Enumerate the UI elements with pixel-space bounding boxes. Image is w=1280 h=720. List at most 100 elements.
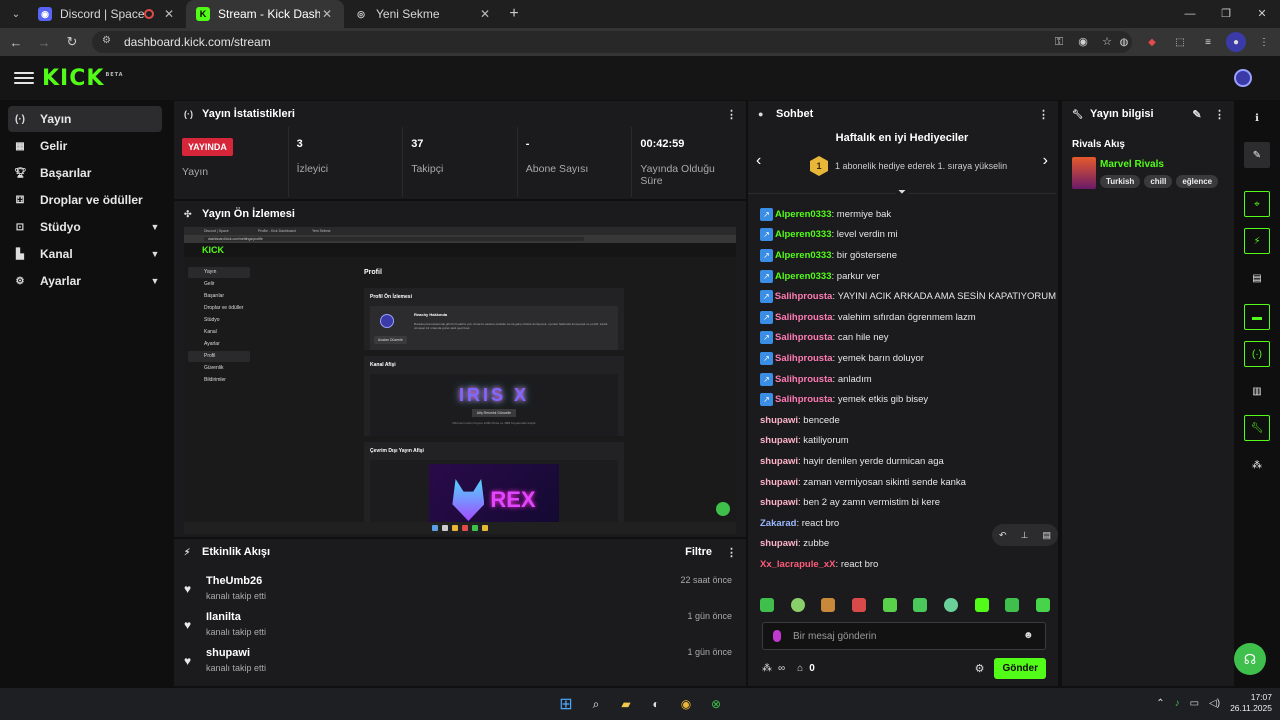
category-link[interactable]: Marvel Rivals <box>1100 159 1218 170</box>
address-bar[interactable]: ⚙ dashboard.kick.com/stream <box>92 31 1132 53</box>
chat-username[interactable]: Alperen0333 <box>775 229 832 240</box>
activity-item[interactable]: ♥ shupawi kanalı takip etti 1 gün önce <box>174 645 746 681</box>
more-options-icon[interactable]: ⋮ <box>726 546 737 559</box>
activity-user[interactable]: shupawi <box>206 647 250 659</box>
emote-icon[interactable] <box>882 598 897 612</box>
chat-username[interactable]: Zakarad <box>760 518 796 529</box>
chat-username[interactable]: Salihprousta <box>775 394 833 405</box>
activity-user[interactable]: Ilanilta <box>206 611 241 623</box>
back-icon[interactable]: ← <box>4 35 28 50</box>
emote-icon[interactable] <box>1005 598 1020 612</box>
activity-item[interactable]: ♥ Ilanilta kanalı takip etti 1 gün önce <box>174 609 746 645</box>
layout-icon[interactable]: ▥ <box>1244 378 1270 404</box>
more-options-icon[interactable]: ⋮ <box>1038 108 1049 121</box>
app-icon[interactable]: ◐ <box>646 694 666 714</box>
password-key-icon[interactable]: ⚿ <box>1052 35 1066 49</box>
chat-settings-icon[interactable]: ⚙ <box>975 662 985 675</box>
chat-username[interactable]: shupawi <box>760 435 798 446</box>
microphone-icon[interactable]: ♪ <box>1175 698 1180 709</box>
chat-username[interactable]: Salihprousta <box>775 312 833 323</box>
collapse-icon[interactable]: ⏷ <box>896 187 908 198</box>
emote-icon[interactable] <box>821 598 836 612</box>
help-headset-icon[interactable]: ☊ <box>1234 643 1266 675</box>
chat-username[interactable]: shupawi <box>760 477 798 488</box>
chat-username[interactable]: shupawi <box>760 497 798 508</box>
chat-username[interactable]: Alperen0333 <box>775 250 832 261</box>
chat-username[interactable]: shupawi <box>760 456 798 467</box>
close-window-icon[interactable]: ✕ <box>1244 0 1280 28</box>
broadcast-icon[interactable]: (·) <box>1244 341 1270 367</box>
chat-message[interactable]: ↗ Alperen0333: bir göstersene <box>748 245 1056 266</box>
pin-icon[interactable]: ⊥ <box>1021 530 1029 541</box>
emote-icon[interactable] <box>790 598 805 612</box>
volume-icon[interactable]: ◁) <box>1209 698 1220 709</box>
channel-points-button[interactable]: ⁂ ∞ <box>762 663 785 674</box>
lightning-icon[interactable]: ⚡︎ <box>1244 228 1270 254</box>
chat-message[interactable]: shupawi: ben 2 ay zamn vermistim bi kere <box>748 492 1056 513</box>
chevron-up-icon[interactable]: ⌃ <box>1156 698 1164 709</box>
maximize-icon[interactable]: ❐ <box>1208 0 1244 28</box>
undo-icon[interactable]: ↶ <box>999 530 1007 541</box>
chat-message[interactable]: Xx_lacrapule_xX: react bro <box>748 554 1056 575</box>
chat-username[interactable]: Salihprousta <box>775 374 833 385</box>
chat-username[interactable]: Xx_lacrapule_xX <box>760 559 836 570</box>
store-button[interactable]: ⌂ 0 <box>797 663 815 674</box>
chat-message[interactable]: ↗ Salihprousta: yemek barın doluyor <box>748 348 1056 369</box>
reading-list-icon[interactable]: ≡ <box>1198 32 1218 52</box>
extension-red-icon[interactable]: ◆ <box>1142 32 1162 52</box>
sidebar-item-basarilar[interactable]: 🏆︎ Başarılar <box>8 160 162 186</box>
site-info-icon[interactable]: ⚙ <box>102 35 116 49</box>
forward-icon[interactable]: → <box>32 35 56 50</box>
chat-message[interactable]: ↗ Salihprousta: YAYINI ACIK ARKADA AMA SE… <box>748 286 1056 307</box>
emote-icon[interactable] <box>760 598 774 612</box>
sidebar-item-kanal[interactable]: ▙ Kanal ▼ <box>8 241 162 267</box>
user-avatar[interactable] <box>1234 69 1252 87</box>
more-options-icon[interactable]: ⋮ <box>1214 108 1225 121</box>
puzzle-icon[interactable]: ⬚ <box>1170 32 1190 52</box>
more-options-icon[interactable]: ⋮ <box>726 108 737 121</box>
chat-message[interactable]: shupawi: zaman vermiyosan sikinti sende … <box>748 472 1056 493</box>
search-icon[interactable]: ⌕ <box>586 694 606 714</box>
sidebar-item-yayin[interactable]: (·) Yayın <box>8 106 162 132</box>
sidebar-item-droplar[interactable]: ⚃ Droplar ve ödüller <box>8 187 162 213</box>
chat-message[interactable]: shupawi: bencede <box>748 410 1056 431</box>
reload-icon[interactable]: ↻ <box>60 34 84 50</box>
chat-message[interactable]: ↗ Salihprousta: yemek etkis gib bisey <box>748 389 1056 410</box>
info-icon[interactable]: ℹ <box>1244 105 1270 131</box>
emoji-picker-icon[interactable]: ☻ <box>1023 630 1035 642</box>
browser-menu-icon[interactable]: ⋮ <box>1254 32 1274 52</box>
sidebar-item-gelir[interactable]: ▦ Gelir <box>8 133 162 159</box>
browser-tab-kick[interactable]: K Stream - Kick Dashboard ✕ <box>186 0 344 28</box>
chat-username[interactable]: Alperen0333 <box>775 209 832 220</box>
chat-message-input[interactable] <box>793 630 1023 642</box>
chrome-icon[interactable]: ◉ <box>676 694 696 714</box>
chat-message[interactable]: ↗ Alperen0333: mermiye bak <box>748 204 1056 225</box>
tab-search-button[interactable]: ⌄ <box>4 4 28 24</box>
activity-item[interactable]: ♥ TheUmb26 kanalı takip etti 22 saat önc… <box>174 573 746 609</box>
chat-username[interactable]: Alperen0333 <box>775 271 832 282</box>
close-tab-icon[interactable]: ✕ <box>478 7 492 21</box>
chat-message[interactable]: ↗ Alperen0333: level verdin mi <box>748 225 1056 246</box>
activity-user[interactable]: TheUmb26 <box>206 575 262 587</box>
emote-icon[interactable] <box>943 598 958 612</box>
clock[interactable]: 17:07 26.11.2025 <box>1230 692 1272 714</box>
browser-tab-newtab[interactable]: ◎ Yeni Sekme ✕ <box>344 0 502 28</box>
chat-username[interactable]: Salihprousta <box>775 332 833 343</box>
screen-capture-icon[interactable]: ⌖ <box>1244 191 1270 217</box>
menu-icon[interactable] <box>14 69 34 87</box>
sidebar-item-ayarlar[interactable]: ⚙ Ayarlar ▼ <box>8 268 162 294</box>
emote-icon[interactable] <box>974 598 989 612</box>
chat-message[interactable]: ↗ Salihprousta: valehim sıfırdan ögrenmem… <box>748 307 1056 328</box>
chat-message[interactable]: shupawi: katiliyorum <box>748 431 1056 452</box>
edit-pencil-icon[interactable]: ✎ <box>1192 108 1202 121</box>
notes-icon[interactable]: ▤ <box>1244 265 1270 291</box>
close-tab-icon[interactable]: ✕ <box>320 7 334 21</box>
emote-icon[interactable] <box>851 598 866 612</box>
microphone-icon[interactable] <box>773 630 781 642</box>
profile-avatar-icon[interactable]: ● <box>1226 32 1246 52</box>
wrench-icon[interactable]: 🔧︎ <box>1244 415 1270 441</box>
chat-username[interactable]: shupawi <box>760 415 798 426</box>
chat-username[interactable]: shupawi <box>760 538 798 549</box>
bookmark-star-icon[interactable]: ☆ <box>1100 35 1114 49</box>
kick-logo[interactable]: KICKBETA <box>42 66 124 91</box>
